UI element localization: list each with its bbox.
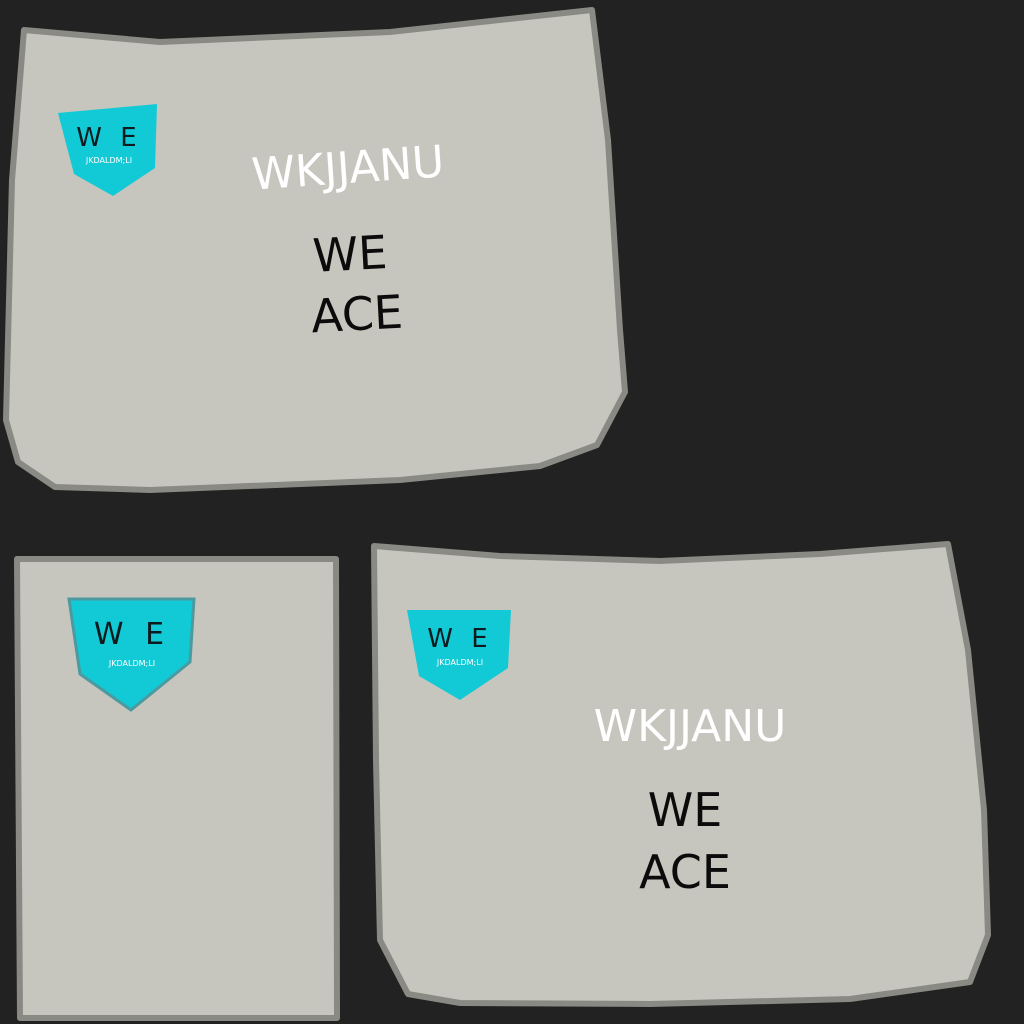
- panel-top: W E JKDALDM;LI WKJJANU WE ACE: [3, 7, 628, 493]
- badge-initials: W E: [94, 617, 170, 652]
- panel-bottom: W E JKDALDM;LI WKJJANU WE ACE: [371, 541, 991, 1007]
- badge-initials: W E: [76, 123, 141, 153]
- badge-subtext: JKDALDM;LI: [436, 658, 483, 667]
- panel-top-line-2: ACE: [310, 285, 405, 344]
- panel-top-line-1: WE: [311, 225, 388, 283]
- panel-bottom-line-2: ACE: [639, 845, 731, 899]
- panel-small: W E JKDALDM;LI: [14, 556, 340, 1021]
- panel-bottom-line-1: WE: [648, 783, 723, 837]
- badge-subtext: JKDALDM;LI: [108, 659, 155, 668]
- badge-subtext: JKDALDM;LI: [85, 156, 132, 165]
- panel-bottom-title: WKJJANU: [594, 701, 787, 752]
- texture-sheet: W E JKDALDM;LI WKJJANU WE ACE W E JKDALD…: [3, 7, 991, 1021]
- badge-initials: W E: [427, 624, 492, 654]
